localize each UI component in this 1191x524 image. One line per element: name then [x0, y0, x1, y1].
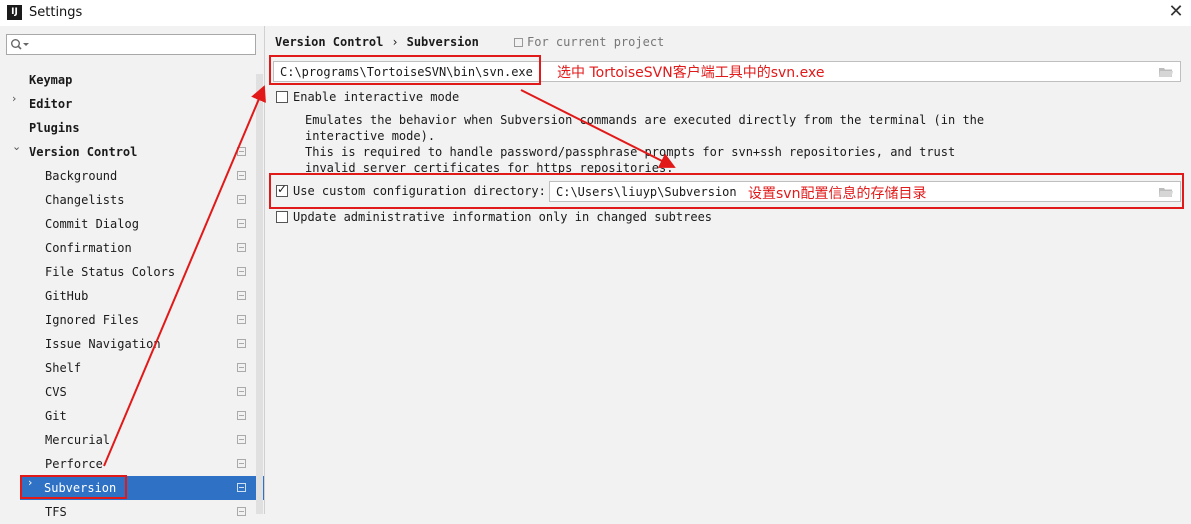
annotation-arrow	[520, 89, 676, 168]
annotation-arrow	[103, 85, 266, 467]
annotation-arrows	[103, 85, 676, 467]
